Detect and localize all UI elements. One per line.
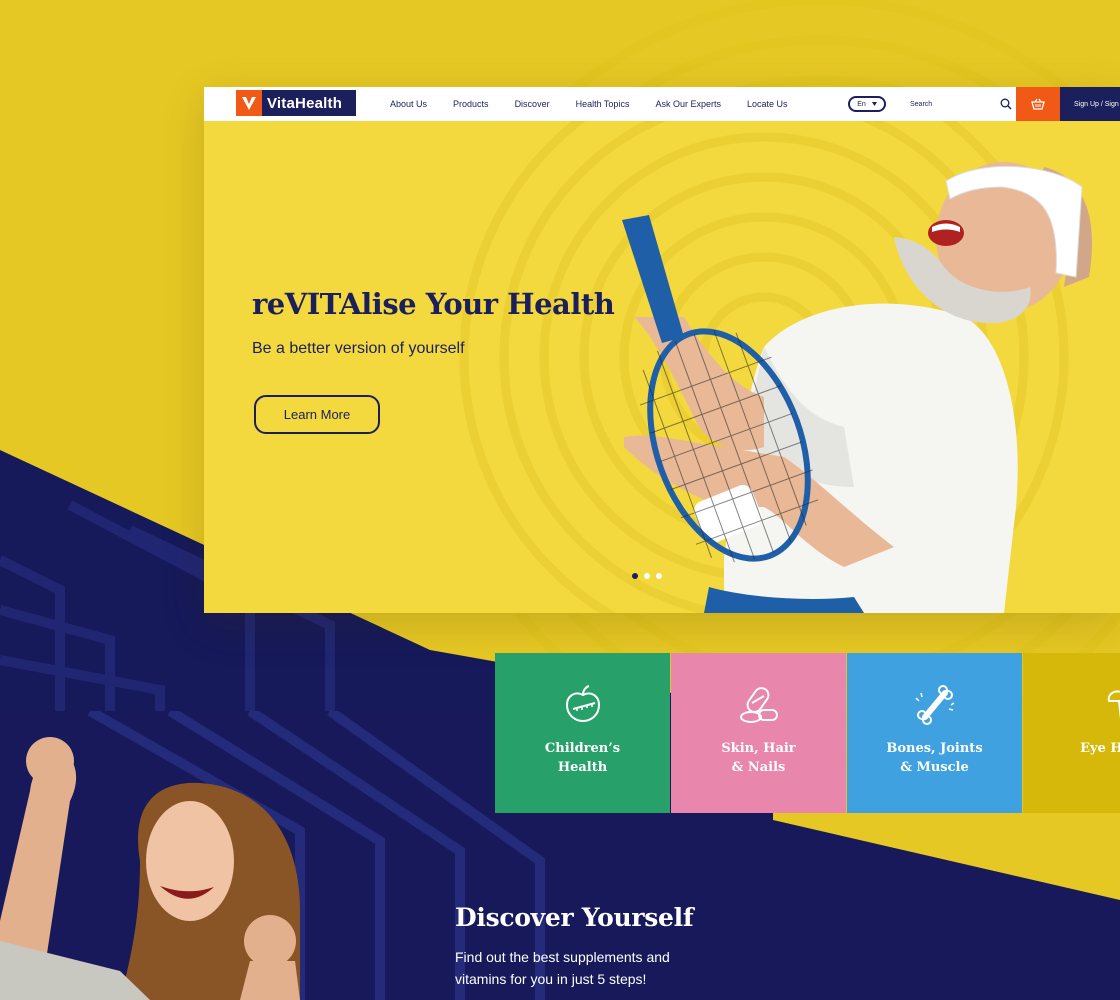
category-label: Eye He: [1080, 741, 1120, 756]
bone-icon: [914, 685, 954, 725]
nav-locate-us[interactable]: Locate Us: [747, 99, 788, 109]
main-nav: About Us Products Discover Health Topics…: [390, 87, 814, 121]
basket-icon: [1031, 98, 1045, 110]
category-tiles: Children’s Health Skin, Hair & Nails Bon…: [495, 653, 1120, 813]
search-icon[interactable]: [1000, 98, 1012, 110]
language-selector[interactable]: En: [848, 96, 886, 112]
nav-ask-our-experts[interactable]: Ask Our Experts: [655, 99, 721, 109]
category-skin-hair-nails[interactable]: Skin, Hair & Nails: [671, 653, 846, 813]
hero-frame: VitaHealth About Us Products Discover He…: [204, 87, 1120, 613]
language-value: En: [857, 100, 866, 108]
category-bones-joints-muscle[interactable]: Bones, Joints & Muscle: [847, 653, 1022, 813]
learn-more-button[interactable]: Learn More: [254, 395, 380, 434]
signup-signin-button[interactable]: Sign Up / Sign In: [1060, 87, 1120, 121]
category-eye-health[interactable]: Eye He: [1023, 653, 1120, 813]
hero-title: reVITAlise Your Health: [252, 287, 615, 321]
vitahealth-logo[interactable]: VitaHealth: [236, 90, 356, 116]
top-navbar: VitaHealth About Us Products Discover He…: [204, 87, 1120, 121]
carousel-dot-3[interactable]: [656, 573, 662, 579]
nav-discover[interactable]: Discover: [515, 99, 550, 109]
carousel-dot-2[interactable]: [644, 573, 650, 579]
cart-button[interactable]: [1016, 87, 1060, 121]
discover-title: Discover Yourself: [455, 903, 694, 932]
nav-about-us[interactable]: About Us: [390, 99, 427, 109]
carousel-dots: [632, 573, 662, 579]
category-childrens-health[interactable]: Children’s Health: [495, 653, 670, 813]
discover-description: Find out the best supplements and vitami…: [455, 949, 670, 987]
apple-measure-icon: [565, 685, 600, 723]
hero-subtitle: Be a better version of yourself: [252, 340, 465, 357]
search-box[interactable]: Search: [904, 91, 1012, 117]
nav-health-topics[interactable]: Health Topics: [576, 99, 630, 109]
logo-v-icon: [236, 90, 262, 116]
nav-products[interactable]: Products: [453, 99, 489, 109]
category-label: Bones, Joints & Muscle: [886, 741, 983, 775]
caret-down-icon: [871, 102, 877, 106]
capsules-icon: [739, 687, 778, 723]
broccoli-icon: [1107, 690, 1120, 720]
search-placeholder: Search: [910, 100, 933, 108]
carousel-dot-1[interactable]: [632, 573, 638, 579]
category-label: Children’s Health: [544, 741, 621, 775]
brand-name: VitaHealth: [267, 94, 343, 112]
category-label: Skin, Hair & Nails: [721, 741, 796, 775]
